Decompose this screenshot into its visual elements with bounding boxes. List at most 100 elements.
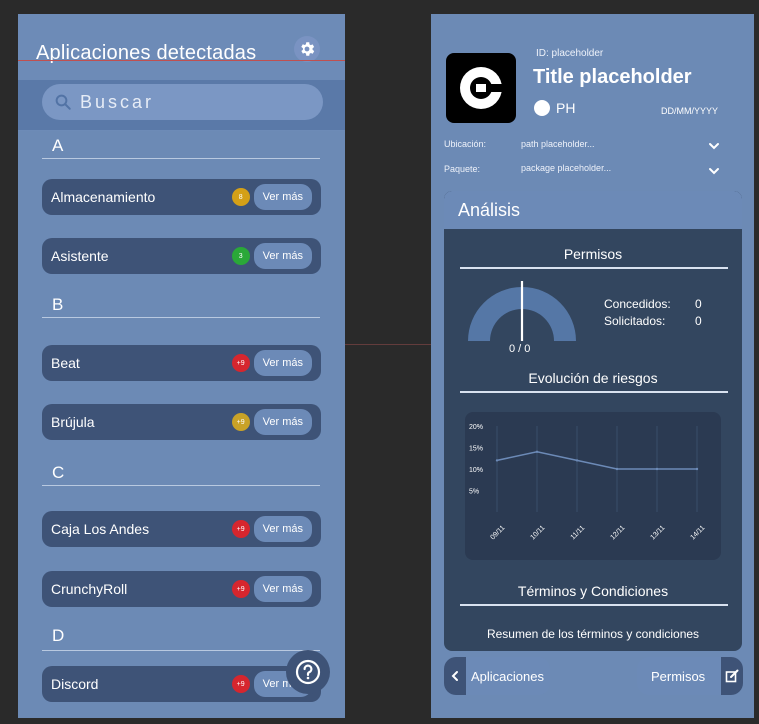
permissions-label: Permisos xyxy=(651,668,706,684)
section-divider xyxy=(460,391,728,393)
app-id: ID: placeholder xyxy=(536,48,604,59)
section-letter-d: D xyxy=(52,626,65,645)
question-circle-icon xyxy=(295,659,321,685)
section-divider xyxy=(42,485,320,486)
terms-summary: Resumen de los términos y condiciones xyxy=(486,627,700,641)
app-row-caja-los-andes[interactable]: Caja Los Andes +9 Ver más xyxy=(42,511,321,547)
section-divider xyxy=(460,267,728,269)
x-tick-label: 11/11 xyxy=(570,525,587,542)
search-icon xyxy=(55,94,71,110)
x-tick-label: 12/11 xyxy=(609,524,626,541)
chevron-left-icon xyxy=(451,671,458,681)
back-cap xyxy=(444,657,466,695)
uber-logo-icon xyxy=(460,67,502,109)
back-to-apps-button[interactable]: Aplicaciones xyxy=(444,657,550,695)
risk-badge: +9 xyxy=(231,675,250,693)
ver-mas-button[interactable]: Ver más xyxy=(253,243,312,269)
risk-data-point xyxy=(535,450,539,453)
ver-mas-button[interactable]: Ver más xyxy=(253,516,312,542)
app-name: Almacenamiento xyxy=(51,189,156,205)
status-text: PH xyxy=(556,100,576,116)
edit-cap xyxy=(721,657,743,695)
y-tick-label: 15% xyxy=(469,446,483,453)
settings-button[interactable] xyxy=(294,36,320,62)
risk-title: Evolución de riesgos xyxy=(528,370,658,386)
ver-mas-button[interactable]: Ver más xyxy=(253,184,312,210)
location-label: Ubicación: xyxy=(444,139,487,149)
terms-title: Términos y Condiciones xyxy=(517,583,669,599)
analysis-header: Análisis xyxy=(444,191,742,229)
search-input[interactable] xyxy=(80,91,300,113)
package-value[interactable]: package placeholder... xyxy=(521,163,611,173)
section-divider xyxy=(42,317,320,318)
chevron-down-icon[interactable] xyxy=(707,141,721,151)
apps-panel: Aplicaciones detectadas A Almacenamiento… xyxy=(18,14,345,718)
app-row-asistente[interactable]: Asistente 3 Ver más xyxy=(42,238,321,274)
help-button[interactable] xyxy=(286,650,330,694)
risk-badge: 8 xyxy=(231,188,250,206)
risk-badge: +9 xyxy=(231,580,250,598)
search-box[interactable] xyxy=(42,84,323,120)
analysis-title: Análisis xyxy=(458,200,521,220)
x-tick-label: 09/11 xyxy=(489,524,506,541)
y-tick-label: 10% xyxy=(469,467,483,474)
x-tick-label: 10/11 xyxy=(529,524,546,541)
app-title: Title placeholder xyxy=(533,66,692,88)
app-detail-panel: ID: placeholder Title placeholder PH DD/… xyxy=(431,14,754,718)
app-row-discord[interactable]: Discord +9 Ver más xyxy=(42,666,321,702)
section-letter-b: B xyxy=(52,295,64,314)
y-tick-label: 20% xyxy=(469,424,483,431)
section-letter-a: A xyxy=(52,136,64,155)
granted-value: 0 xyxy=(695,297,702,311)
risk-badge: 3 xyxy=(231,247,250,265)
risk-chart: 20% 15% 10% 5% 09/11 10/11 11/11 12/11 13/11 14/1… xyxy=(465,412,721,560)
permissions-gauge xyxy=(468,281,576,341)
risk-badge: +9 xyxy=(231,413,250,431)
x-tick-label: 13/11 xyxy=(649,524,666,541)
app-date: DD/MM/YYYY xyxy=(661,106,719,116)
location-value[interactable]: path placeholder... xyxy=(521,139,595,149)
edit-icon xyxy=(725,669,739,683)
app-name: Caja Los Andes xyxy=(51,521,150,537)
page-title: Aplicaciones detectadas xyxy=(36,42,257,64)
ver-mas-button[interactable]: Ver más xyxy=(253,409,312,435)
risk-series-line xyxy=(496,451,697,470)
risk-data-point xyxy=(575,459,579,462)
risk-data-point xyxy=(615,467,619,471)
app-logo xyxy=(446,53,516,123)
app-row-brujula[interactable]: Brújula +9 Ver más xyxy=(42,404,321,440)
section-divider xyxy=(42,158,320,159)
requested-value: 0 xyxy=(695,314,702,328)
analysis-card: Análisis Permisos Concedidos: 0 Solicita… xyxy=(444,191,742,651)
permissions-title: Permisos xyxy=(563,246,623,262)
guide-line xyxy=(18,60,345,61)
status-dot xyxy=(534,100,550,116)
risk-data-point xyxy=(695,467,699,471)
guide-line xyxy=(345,344,431,345)
risk-badge: +9 xyxy=(231,520,250,538)
risk-chart-svg: 20% 15% 10% 5% 09/11 10/11 11/11 12/11 13/11 14/1… xyxy=(469,424,706,542)
gear-icon xyxy=(301,42,315,56)
ver-mas-button[interactable]: Ver más xyxy=(253,576,312,602)
risk-badge: +9 xyxy=(231,354,250,372)
app-name: Discord xyxy=(51,676,99,692)
risk-data-point xyxy=(655,467,659,471)
app-name: CrunchyRoll xyxy=(51,581,128,597)
app-row-beat[interactable]: Beat +9 Ver más xyxy=(42,345,321,381)
app-name: Beat xyxy=(51,355,80,371)
app-name: Brújula xyxy=(51,414,95,430)
risk-data-point xyxy=(495,459,499,462)
package-label: Paquete: xyxy=(444,164,481,174)
app-name: Asistente xyxy=(51,248,109,264)
section-letter-c: C xyxy=(52,463,65,482)
ver-mas-button[interactable]: Ver más xyxy=(253,350,312,376)
chevron-down-icon[interactable] xyxy=(707,166,721,176)
app-row-crunchyroll[interactable]: CrunchyRoll +9 Ver más xyxy=(42,571,321,607)
section-divider xyxy=(460,604,728,606)
app-row-almacenamiento[interactable]: Almacenamiento 8 Ver más xyxy=(42,179,321,215)
requested-label: Solicitados: xyxy=(604,314,666,328)
permissions-button[interactable]: Permisos xyxy=(637,657,743,695)
gauge-value: 0 / 0 xyxy=(509,343,531,355)
section-divider xyxy=(42,650,320,651)
back-label: Aplicaciones xyxy=(471,668,544,684)
